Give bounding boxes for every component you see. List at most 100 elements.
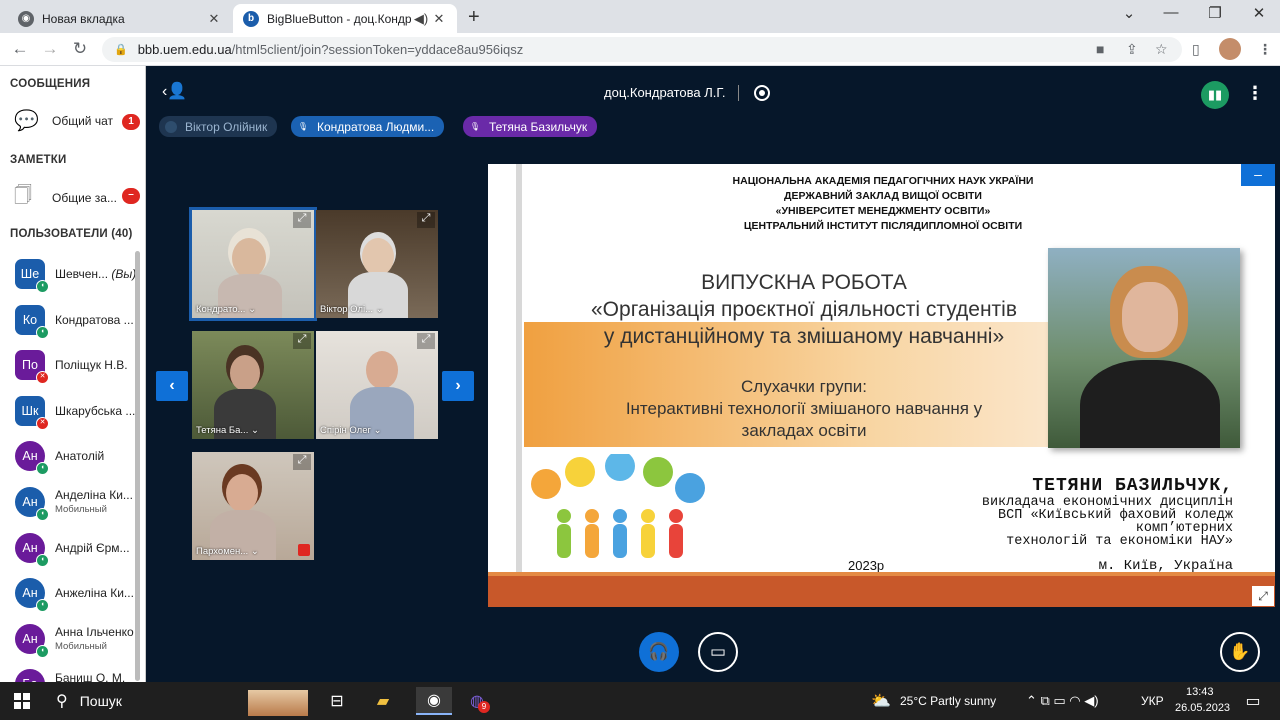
scrollbar[interactable] — [135, 251, 140, 681]
search-highlight-image — [248, 690, 308, 716]
address-bar-row: ← → ↻ 🔒 bbb.uem.edu.ua /html5client/join… — [0, 33, 1280, 66]
user-item[interactable]: Ан ◖ Анатолій — [15, 441, 143, 475]
user-name: Анжеліна Ки... — [55, 586, 134, 600]
camera-in-use-icon[interactable]: ■ — [1096, 41, 1104, 57]
notifications-icon[interactable]: ▭ — [1238, 687, 1268, 715]
video-tile[interactable]: ⤢ Кондрато... ⌄ — [189, 207, 317, 321]
minimize-presentation-button[interactable]: – — [1241, 164, 1275, 186]
user-item[interactable]: По ✕ Поліщук Н.В. — [15, 350, 143, 384]
taskbar-search[interactable]: ⚲ Пошук — [48, 686, 310, 716]
windows-start-icon[interactable] — [14, 693, 30, 709]
tray-icons[interactable]: ⌃ ⧉ ▭ ◠ ◀) — [1026, 693, 1099, 709]
file-explorer-icon[interactable]: ▰ — [368, 687, 398, 715]
public-chat-label: Общий чат — [52, 113, 113, 128]
user-device: Мобильный — [55, 641, 107, 652]
user-item[interactable]: Ан ◖ Анделіна Ки... Мобильный — [15, 487, 143, 521]
public-chat-item[interactable]: 💬 Общий чат — [14, 108, 113, 133]
slide-group: Слухачки групи: Інтерактивні технології … — [625, 377, 983, 440]
slide-decor-line — [516, 164, 522, 607]
new-tab-button[interactable]: + — [468, 6, 480, 29]
task-view-icon[interactable]: ⊟ — [322, 687, 352, 715]
fullscreen-icon[interactable]: ⤢ — [417, 212, 435, 228]
profile-avatar[interactable] — [1219, 38, 1241, 60]
minimize-button[interactable]: — — [1156, 4, 1186, 21]
video-label[interactable]: Віктор Олі... ⌄ — [320, 304, 384, 315]
user-item[interactable]: Ан ◖ Андрій Єрм... — [15, 533, 143, 567]
toggle-user-list-icon[interactable]: ‹👤 — [162, 81, 187, 101]
side-panel-icon[interactable]: ▯ — [1192, 41, 1200, 58]
user-item[interactable]: Ан ◖ Анна Ільченко Мобильный — [15, 624, 143, 658]
audio-playing-icon[interactable]: ◀) — [411, 11, 431, 27]
headset-icon: ◖ — [36, 508, 49, 521]
video-tile[interactable]: ⤢ Пархомен... ⌄ — [192, 452, 314, 560]
user-item[interactable]: Ба Баниш О. М. — [15, 669, 143, 682]
meeting-area: ‹👤 доц.Кондратова Л.Г. ▮▮ ⋮ Віктор Олійн… — [146, 66, 1280, 682]
leave-audio-button[interactable]: 🎧 — [639, 632, 679, 672]
clock-date[interactable]: 26.05.2023 — [1175, 702, 1230, 714]
video-tile[interactable]: ⤢ Тетяна Ба... ⌄ — [192, 331, 314, 439]
search-icon: ⚲ — [56, 693, 68, 710]
headset-icon: ◖ — [36, 645, 49, 658]
avatar: Ан ◖ — [15, 441, 49, 475]
user-item[interactable]: Ше ◖ Шевчен... (Вы) — [15, 259, 143, 293]
connection-status-icon[interactable]: ▮▮ — [1201, 81, 1229, 109]
close-icon[interactable]: ✕ — [206, 11, 222, 27]
forward-button[interactable]: → — [38, 39, 62, 59]
tab-title: Новая вкладка — [42, 11, 125, 26]
fullscreen-icon[interactable]: ⤢ — [293, 454, 311, 470]
share-icon[interactable]: ⇪ — [1126, 41, 1138, 58]
author-name: ТЕТЯНИ БАЗИЛЬЧУК, — [1032, 476, 1233, 496]
video-tile[interactable]: ⤢ Віктор Олі... ⌄ — [316, 210, 438, 318]
window-close-button[interactable]: ✕ — [1244, 4, 1274, 22]
keyboard-language[interactable]: УКР — [1141, 694, 1164, 708]
video-tile[interactable]: ⤢ Спірін Олег ⌄ — [316, 331, 438, 439]
bookmark-star-icon[interactable]: ☆ — [1155, 41, 1168, 58]
presentation-slide[interactable]: НАЦІОНАЛЬНА АКАДЕМІЯ ПЕДАГОГІЧНИХ НАУК У… — [488, 164, 1275, 607]
next-page-button[interactable]: › — [442, 371, 474, 401]
restore-button[interactable]: ❐ — [1200, 4, 1230, 22]
raise-hand-button[interactable]: ✋ — [1220, 632, 1260, 672]
previous-page-button[interactable]: ‹ — [156, 371, 188, 401]
fullscreen-icon[interactable]: ⤢ — [293, 212, 311, 228]
url-field[interactable]: 🔒 bbb.uem.edu.ua /html5client/join?sessi… — [102, 37, 1182, 62]
talking-indicator[interactable]: 🎙 Тетяна Базильчук — [463, 116, 598, 137]
close-icon[interactable]: ✕ — [431, 11, 447, 27]
shared-notes-item[interactable]: 🗍 Общие за... — [14, 183, 117, 213]
fullscreen-icon[interactable]: ⤢ — [417, 333, 435, 349]
slide-year: 2023р — [848, 558, 885, 573]
user-item[interactable]: Ан ◖ Анжеліна Ки... — [15, 578, 143, 612]
tab-search-icon[interactable]: ⌄ — [1114, 4, 1144, 22]
slide-title: ВИПУСКНА РОБОТА «Організація проєктної д… — [591, 271, 1017, 348]
user-name: Шкарубська ... — [55, 404, 136, 418]
recording-icon[interactable] — [754, 85, 770, 101]
fullscreen-icon[interactable]: ⤢ — [293, 333, 311, 349]
bigbluebutton-icon: b — [243, 10, 259, 27]
user-dot — [165, 120, 177, 133]
fullscreen-presentation-button[interactable]: ⤢ — [1252, 586, 1274, 606]
video-label[interactable]: Спірін Олег ⌄ — [320, 425, 382, 436]
share-webcam-button[interactable]: ▭ — [698, 632, 738, 672]
weather-icon[interactable]: ⛅ — [866, 687, 896, 715]
avatar: Ан ◖ — [15, 533, 49, 567]
talking-indicator[interactable]: Віктор Олійник — [159, 116, 278, 137]
chrome-taskbar-icon[interactable]: ◉ — [416, 687, 452, 715]
reload-button[interactable]: ↻ — [68, 39, 92, 59]
tab-new-tab[interactable]: ◉ Новая вкладка ✕ — [8, 4, 232, 33]
video-label[interactable]: Кондрато... ⌄ — [196, 304, 256, 315]
video-label[interactable]: Пархомен... ⌄ — [196, 546, 259, 557]
talking-indicator[interactable]: 🎙 Кондратова Людми... — [291, 116, 445, 137]
user-name: Анна Ільченко — [55, 625, 134, 639]
lock-icon: 🔒 — [114, 44, 128, 56]
browser-menu-icon[interactable]: ⋮ — [1258, 41, 1272, 58]
back-button[interactable]: ← — [8, 39, 32, 59]
video-label[interactable]: Тетяна Ба... ⌄ — [196, 425, 259, 436]
avatar: Ба — [15, 669, 45, 682]
tab-bigbluebutton[interactable]: b BigBlueButton - доц.Кондрат ◀) ✕ — [233, 4, 457, 33]
user-item[interactable]: Шк ✕ Шкарубська ... — [15, 396, 143, 430]
headset-icon: ◖ — [36, 599, 49, 612]
user-item[interactable]: Ко ◖ Кондратова ... — [15, 305, 143, 339]
options-menu-icon[interactable]: ⋮ — [1246, 83, 1264, 104]
weather-label[interactable]: 25°C Partly sunny — [900, 694, 996, 708]
shared-notes-label: Общие за... — [52, 191, 117, 205]
clock-time[interactable]: 13:43 — [1186, 686, 1214, 698]
